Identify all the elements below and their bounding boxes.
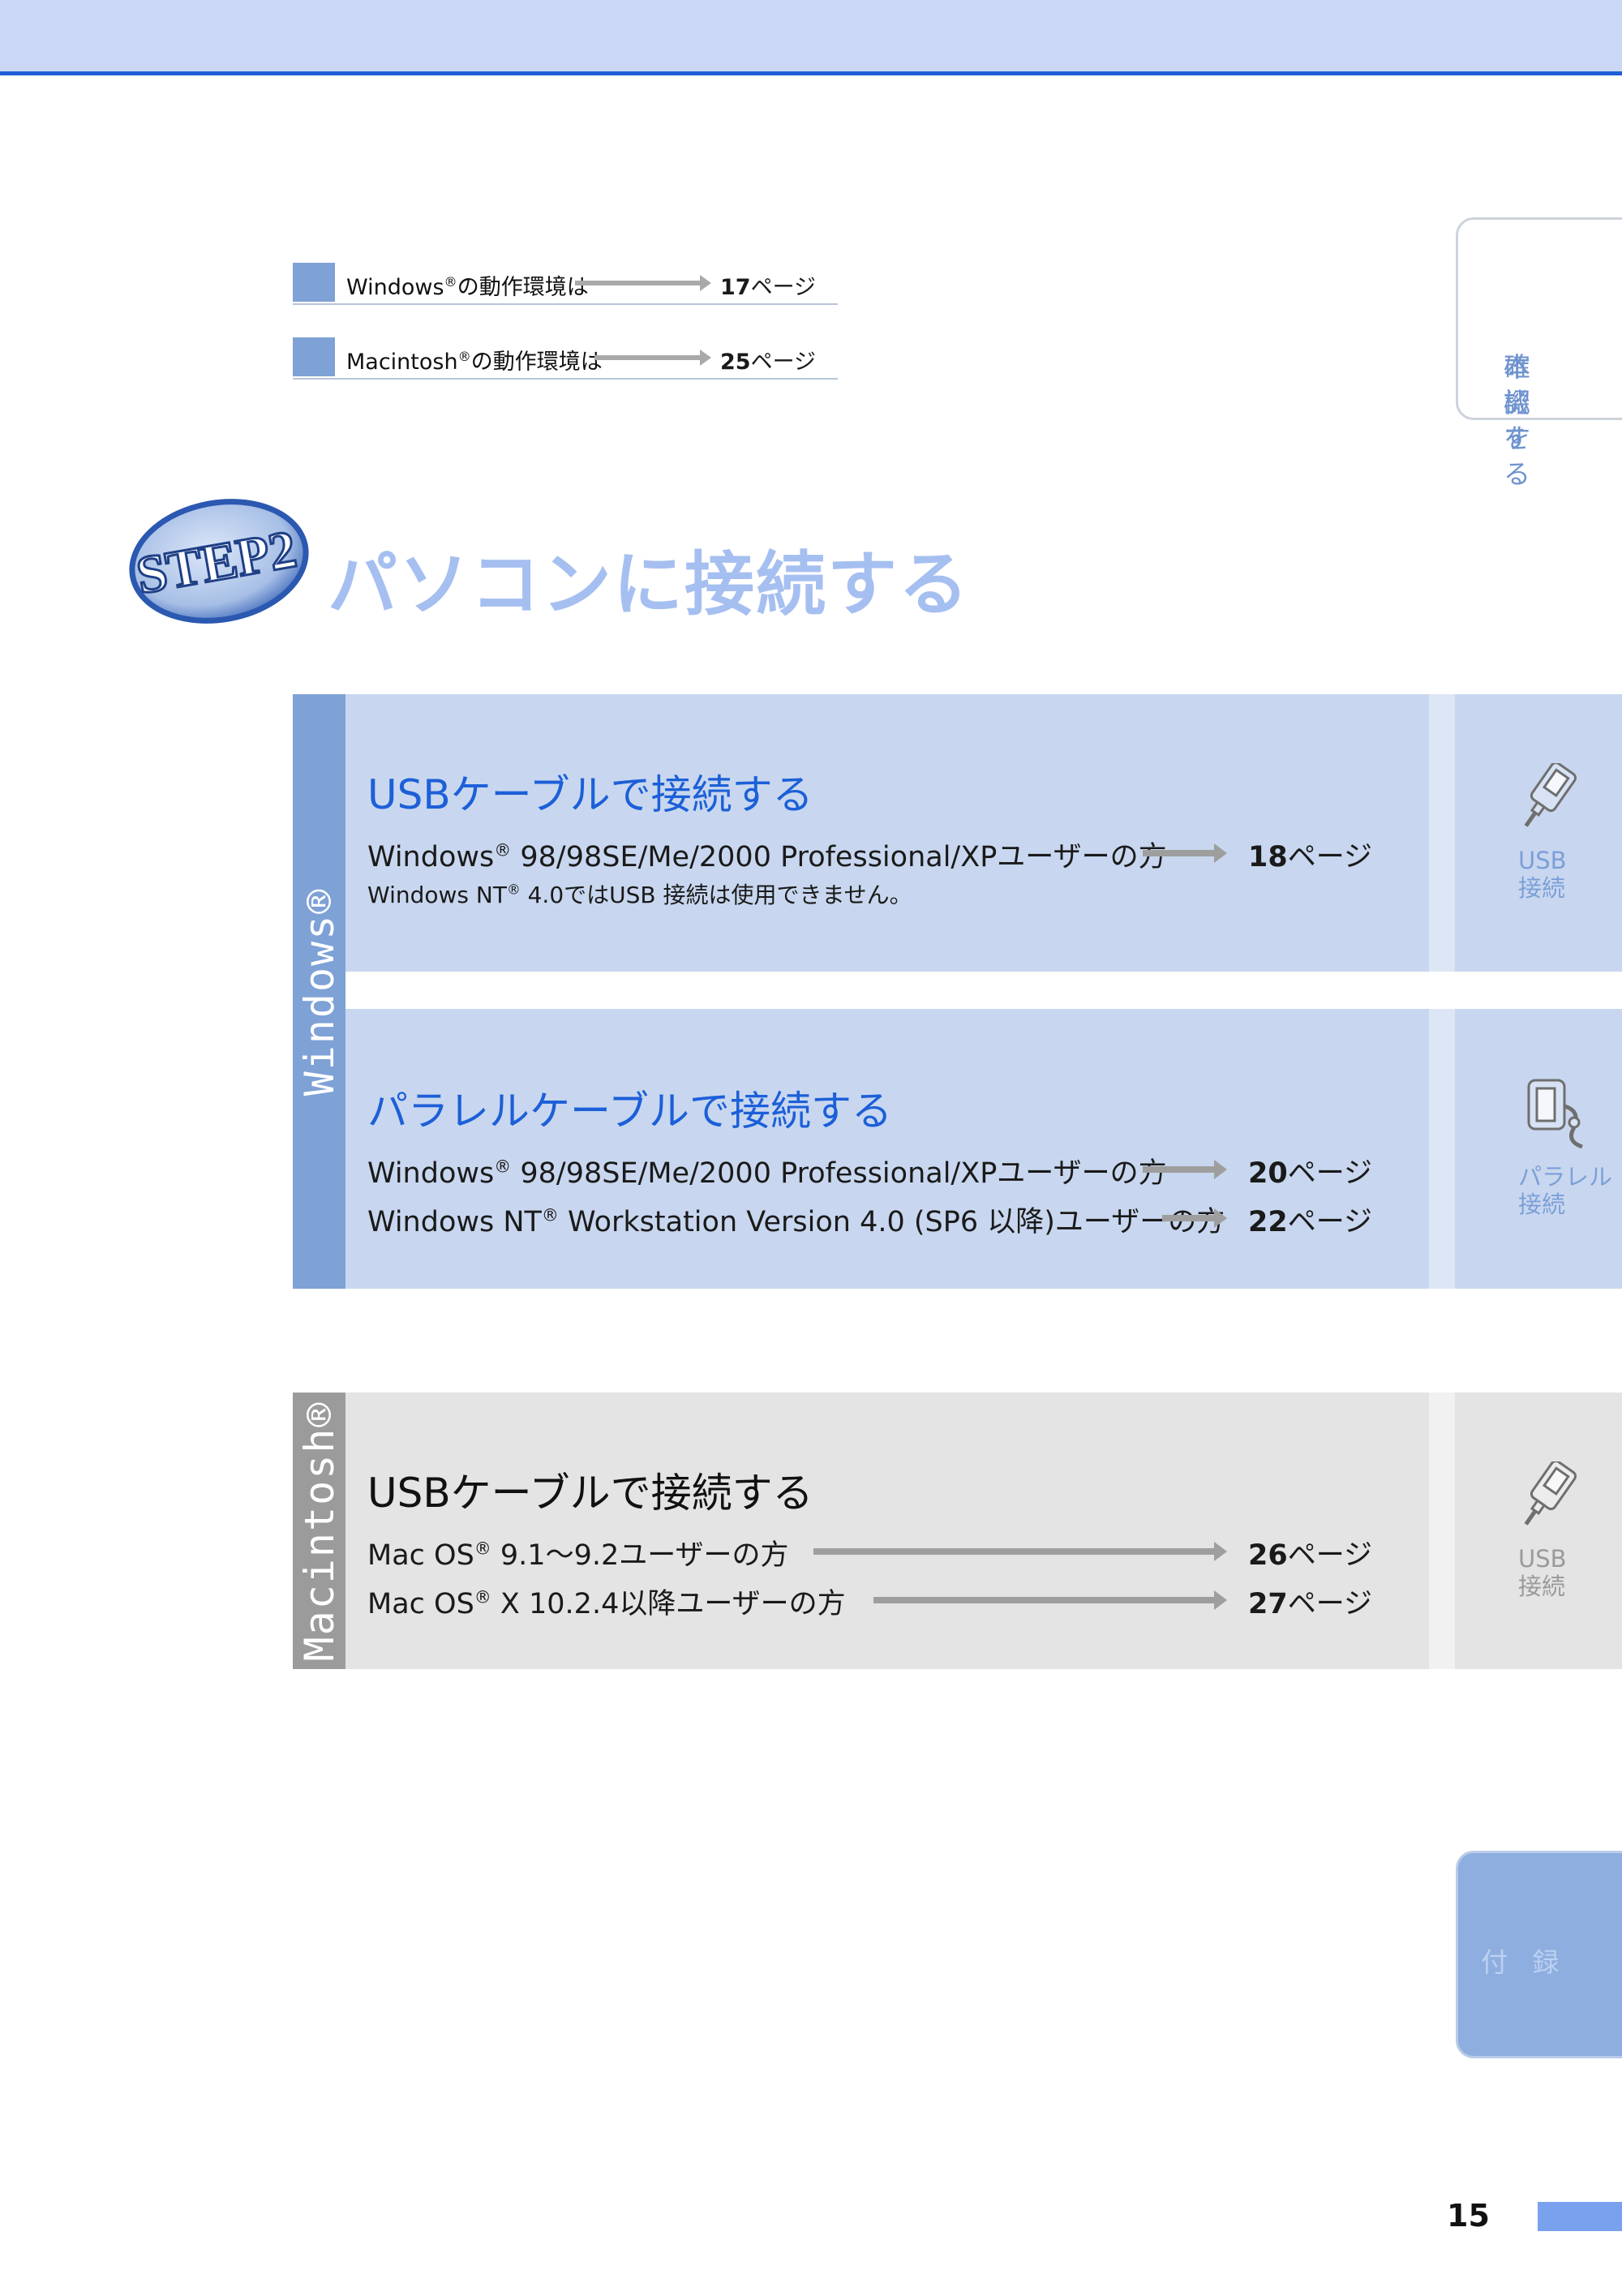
arrow-right-icon [813, 1542, 1227, 1561]
side-label-line2: 接続 [1518, 874, 1566, 902]
note-text: 4.0ではUSB 接続は使用できません。 [520, 882, 912, 908]
parallel-cable-icon [1527, 1079, 1583, 1148]
arrow-right-icon [575, 275, 711, 291]
windows-requirements-link[interactable]: Windows®の動作環境は 17ページ [293, 263, 838, 305]
side-label-line1: USB [1518, 1545, 1567, 1573]
divider-strip [1429, 694, 1455, 972]
windows-band-label: Windows® [295, 887, 343, 1096]
ref-suffix: の動作環境は [470, 350, 603, 375]
ref-page-number: 25 [720, 350, 751, 375]
row-os: Mac OS [367, 1539, 474, 1572]
bullet-square [293, 337, 335, 376]
usb-cable-icon [1524, 763, 1577, 827]
tab-appendix[interactable]: 付 録 [1456, 1851, 1622, 2058]
row-page-unit: ページ [1287, 1206, 1373, 1238]
registered-mark: ® [444, 274, 457, 290]
row-page-number: 27 [1248, 1588, 1288, 1620]
arrow-right-icon [594, 350, 711, 366]
row-page-number: 20 [1248, 1157, 1288, 1190]
bullet-square [293, 263, 335, 302]
usb-cable-icon [1524, 1461, 1577, 1526]
arrow-right-icon [1143, 843, 1227, 863]
row-page-number: 18 [1248, 841, 1288, 873]
row-page-unit: ページ [1287, 1539, 1373, 1572]
windows-parallel-section: パラレルケーブルで接続する Windows® 98/98SE/Me/2000 P… [345, 1009, 1429, 1289]
row-detail: 9.1～9.2ユーザーの方 [491, 1539, 789, 1572]
registered-mark: ® [541, 1205, 559, 1225]
side-mac-usb-connection[interactable]: USB 接続 [1455, 1393, 1622, 1669]
ref-label: Macintosh [346, 350, 458, 375]
header-bar [0, 0, 1622, 75]
section-title: USBケーブルで接続する [367, 771, 813, 818]
tab-confirm-machine[interactable]: 本機を 確認する [1456, 217, 1622, 490]
macintosh-usb-section: USBケーブルで接続する Mac OS® 9.1～9.2ユーザーの方 26ページ… [345, 1393, 1429, 1669]
step-title: パソコンに接続する [328, 544, 970, 625]
ref-page-number: 17 [720, 275, 751, 300]
note-os: Windows NT [367, 882, 507, 908]
ref-page-unit: ページ [750, 350, 817, 375]
row-page-number: 26 [1248, 1539, 1288, 1572]
windows-usb-section: USBケーブルで接続する Windows® 98/98SE/Me/2000 Pr… [345, 694, 1429, 972]
row-detail: X 10.2.4以降ユーザーの方 [491, 1588, 846, 1620]
row-os: Windows [367, 1157, 495, 1190]
mac-usb-link-os9[interactable]: Mac OS® 9.1～9.2ユーザーの方 26ページ [367, 1524, 1429, 1573]
side-label-line2: 接続 [1518, 1191, 1566, 1218]
side-label-line1: パラレル [1518, 1163, 1613, 1191]
divider-strip [1429, 1393, 1455, 1669]
ref-suffix: の動作環境は [457, 275, 589, 300]
divider-strip [1429, 1009, 1455, 1289]
arrow-right-icon [1143, 1160, 1227, 1179]
ref-page-unit: ページ [750, 275, 817, 300]
arrow-right-icon [873, 1590, 1227, 1610]
row-page-unit: ページ [1287, 841, 1373, 873]
side-label-line2: 接続 [1518, 1573, 1566, 1600]
windows-parallel-link-nt[interactable]: Windows NT® Workstation Version 4.0 (SP6… [367, 1191, 1429, 1239]
row-page-unit: ページ [1287, 1588, 1373, 1620]
step-badge-icon: STEP2 [129, 499, 309, 624]
page-marker-bar [1538, 2202, 1622, 2231]
registered-mark: ® [457, 349, 471, 364]
registered-mark: ® [506, 881, 521, 898]
page-number: 15 [1447, 2198, 1490, 2234]
macintosh-band: Macintosh® [293, 1393, 345, 1669]
windows-band: Windows® [293, 694, 345, 1289]
registered-mark: ® [494, 840, 512, 860]
macintosh-requirements-link[interactable]: Macintosh®の動作環境は 25ページ [293, 337, 838, 380]
section-title: パラレルケーブルで接続する [367, 1088, 892, 1135]
row-detail: Workstation Version 4.0 (SP6 以降)ユーザーの方 [558, 1206, 1225, 1238]
mac-usb-link-osx[interactable]: Mac OS® X 10.2.4以降ユーザーの方 27ページ [367, 1573, 1429, 1621]
row-detail: 98/98SE/Me/2000 Professional/XPユーザーの方 [511, 841, 1167, 873]
row-detail: 98/98SE/Me/2000 Professional/XPユーザーの方 [511, 1157, 1167, 1190]
side-label-line1: USB [1518, 847, 1567, 874]
row-page-unit: ページ [1287, 1157, 1373, 1190]
row-os: Windows [367, 841, 495, 873]
row-os: Windows NT [367, 1206, 542, 1238]
arrow-right-icon [1162, 1208, 1227, 1228]
section-gap [345, 972, 1622, 1009]
row-page-number: 22 [1248, 1206, 1288, 1238]
ref-label: Windows [346, 275, 444, 300]
side-usb-connection[interactable]: USB 接続 [1455, 694, 1622, 972]
row-os: Mac OS [367, 1588, 474, 1620]
registered-mark: ® [474, 1587, 491, 1607]
registered-mark: ® [474, 1539, 491, 1559]
windows-nt-usb-note: Windows NT® 4.0ではUSB 接続は使用できません。 [367, 878, 1429, 910]
registered-mark: ® [494, 1157, 512, 1177]
tab-label: 付 録 [1481, 1946, 1568, 1978]
section-title: USBケーブルで接続する [367, 1470, 813, 1517]
windows-parallel-link-98-xp[interactable]: Windows® 98/98SE/Me/2000 Professional/XP… [367, 1142, 1429, 1191]
macintosh-band-label: Macintosh® [295, 1400, 343, 1662]
tab-label-line2: 確認する [1504, 351, 1530, 490]
side-parallel-connection[interactable]: パラレル 接続 [1455, 1009, 1622, 1289]
windows-usb-link-98-xp[interactable]: Windows® 98/98SE/Me/2000 Professional/XP… [367, 826, 1429, 874]
